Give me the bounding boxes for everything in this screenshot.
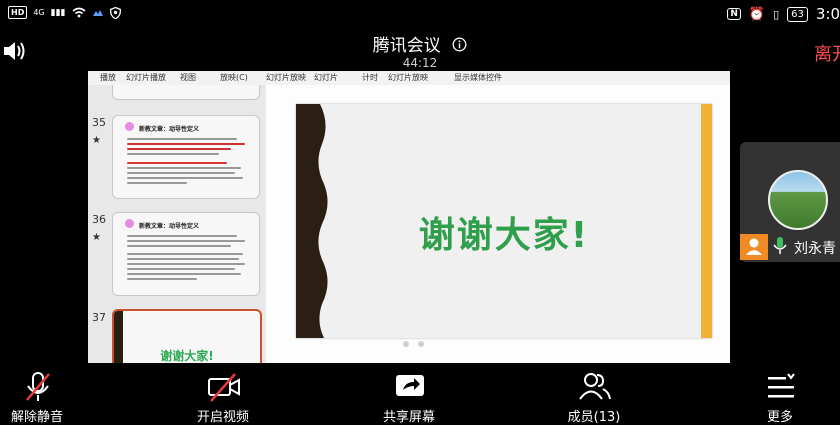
hd-badge: HD	[8, 6, 28, 19]
menu-item: 幻灯片放映	[266, 73, 306, 82]
network-type: 4G	[33, 8, 45, 17]
ppt-menubar: 播放 幻灯片播放 视图 放映(C) 幻灯片放映 幻灯片 计时 幻灯片放映 显示媒…	[88, 71, 730, 85]
slide-text: 谢谢大家!	[418, 215, 590, 256]
menu-item: 幻灯片播放	[126, 73, 166, 82]
page-dot	[403, 341, 409, 347]
toolbar-label: 更多	[766, 410, 793, 425]
slide-thumbnail-panel: 35 ★ 新教文章：动导性定义 36 ★ 新教文章：动导性定义 37 谢谢大家!	[88, 85, 266, 363]
status-right: N ⏰ ▯ 63 3:0	[727, 5, 840, 23]
share-screen-icon	[396, 375, 424, 396]
menu-item: 放映(C)	[220, 73, 248, 82]
page-indicator	[388, 341, 424, 347]
menu-item: 幻灯片	[314, 73, 338, 82]
info-icon[interactable]	[452, 37, 467, 52]
shield-icon	[109, 6, 121, 19]
toolbar-label: 成员(13)	[567, 410, 621, 425]
alarm-icon: ⏰	[748, 6, 766, 22]
leave-button[interactable]: 离开	[814, 40, 840, 66]
host-icon	[740, 234, 768, 260]
menu-item: 播放	[100, 73, 116, 82]
toolbar-label: 共享屏幕	[382, 410, 435, 425]
mic-muted-icon	[26, 372, 50, 401]
bullet-icon	[125, 122, 134, 131]
nfc-icon: N	[727, 8, 741, 20]
star-icon: ★	[92, 135, 101, 146]
star-icon: ★	[92, 232, 101, 243]
avatar	[768, 170, 828, 230]
participant-name: 刘永青	[794, 241, 836, 257]
thumbnail-number: 37	[92, 311, 106, 324]
meeting-title[interactable]: 腾讯会议	[0, 31, 840, 56]
thumbnail-title: 新教文章：动导性定义	[139, 223, 200, 230]
menu-item: 显示媒体控件	[454, 73, 502, 82]
slide-thumbnail-37-selected[interactable]: 谢谢大家!	[112, 309, 262, 363]
thumbnail-title: 谢谢大家!	[160, 349, 214, 363]
toolbar-label: 开启视频	[196, 410, 249, 425]
vibrate-icon: ▯	[773, 7, 780, 21]
menu-item: 幻灯片放映	[388, 73, 428, 82]
meeting-timer: 44:12	[402, 56, 438, 70]
signal-icon: ▮▮▮	[50, 7, 66, 18]
bullet-icon	[125, 219, 134, 228]
current-slide: 谢谢大家!	[296, 104, 712, 338]
wifi-icon	[71, 7, 86, 18]
menu-item: 视图	[180, 73, 196, 82]
thumbnail-number: 35	[92, 116, 106, 129]
slide-thumbnail-36[interactable]: 新教文章：动导性定义	[112, 212, 260, 296]
clock: 3:0	[815, 5, 840, 23]
cloud-icon	[92, 10, 103, 16]
battery-level: 63	[787, 6, 808, 22]
status-left: HD 4G ▮▮▮	[8, 6, 121, 19]
members-icon	[579, 373, 611, 400]
page-dot-active	[388, 341, 394, 347]
mic-active-icon	[773, 237, 787, 254]
slide-thumbnail-35[interactable]: 新教文章：动导性定义	[112, 115, 260, 199]
thumbnail-partial	[112, 85, 260, 100]
thumbnail-title: 新教文章：动导性定义	[139, 126, 200, 133]
video-off-icon	[208, 373, 240, 402]
thumbnail-number: 36	[92, 213, 106, 226]
shared-screen: 播放 幻灯片播放 视图 放映(C) 幻灯片放映 幻灯片 计时 幻灯片放映 显示媒…	[88, 71, 730, 363]
toolbar-label: 解除静音	[10, 410, 63, 425]
status-bar: HD 4G ▮▮▮ N ⏰ ▯ 63 3:0	[0, 0, 840, 28]
page-dot	[418, 341, 424, 347]
more-icon	[768, 373, 795, 398]
menu-item: 计时	[362, 73, 378, 82]
